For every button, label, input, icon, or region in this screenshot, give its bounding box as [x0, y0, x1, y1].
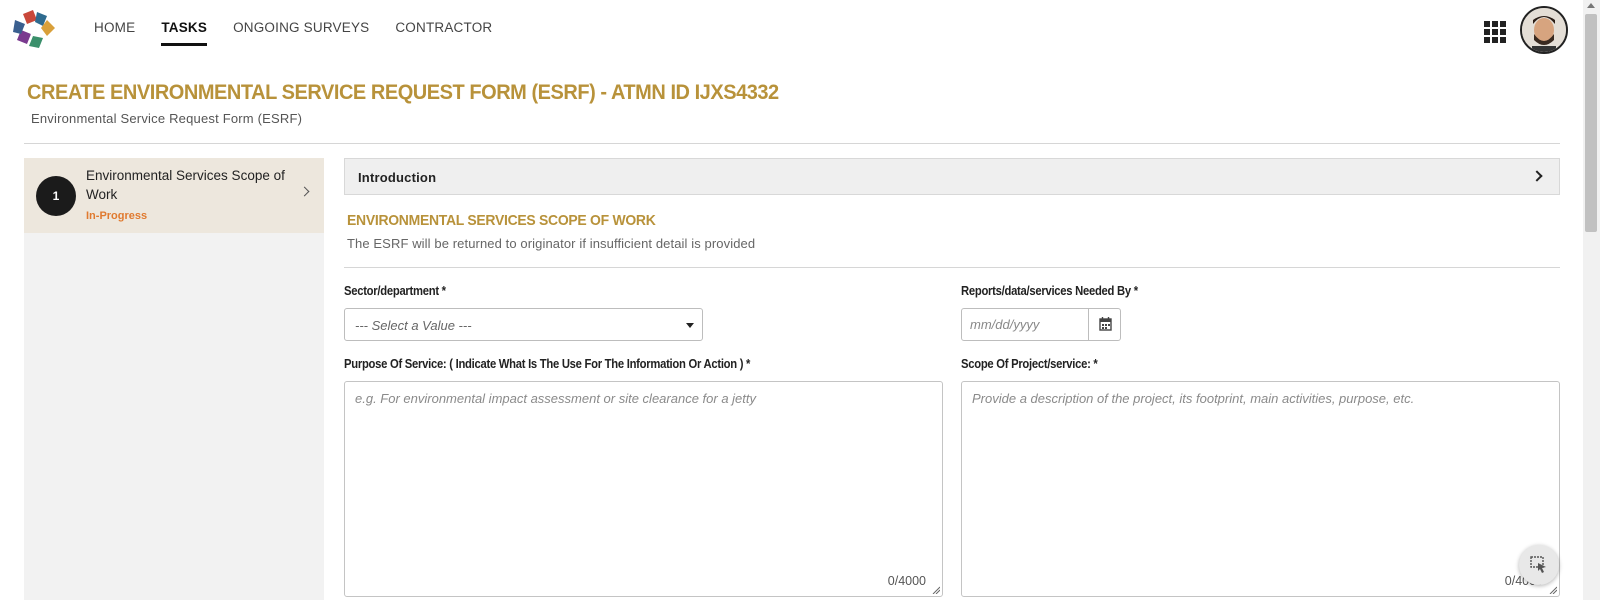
sector-label: Sector/department *	[344, 284, 446, 298]
scope-textarea[interactable]	[962, 382, 1559, 596]
purpose-textarea[interactable]	[345, 382, 942, 596]
sector-select[interactable]: --- Select a Value ---	[344, 308, 703, 341]
scrollbar-thumb[interactable]	[1585, 14, 1597, 232]
scope-label: Scope Of Project/service: *	[961, 357, 1098, 371]
page-title: CREATE ENVIRONMENTAL SERVICE REQUEST FOR…	[27, 80, 779, 104]
resize-grip-icon[interactable]	[1549, 586, 1557, 594]
scope-field: 0/4000	[961, 381, 1560, 597]
purpose-field: 0/4000	[344, 381, 943, 597]
avatar[interactable]	[1520, 6, 1568, 54]
step-status: In-Progress	[86, 210, 148, 222]
calendar-button[interactable]	[1088, 309, 1120, 340]
step-item-scope-of-work[interactable]: 1 Environmental Services Scope of Work I…	[24, 158, 324, 233]
page-subtitle: Environmental Service Request Form (ESRF…	[31, 111, 303, 126]
needed-by-date-field	[961, 308, 1121, 341]
main-nav: HOME TASKS ONGOING SURVEYS CONTRACTOR	[94, 20, 518, 46]
section-note: The ESRF will be returned to originator …	[347, 236, 756, 251]
nav-home[interactable]: HOME	[94, 20, 135, 46]
scroll-up-arrow-icon[interactable]	[1587, 3, 1595, 8]
purpose-char-counter: 0/4000	[887, 574, 926, 588]
step-title: Environmental Services Scope of Work	[86, 168, 285, 202]
nav-ongoing-surveys[interactable]: ONGOING SURVEYS	[233, 20, 369, 46]
resize-grip-icon[interactable]	[932, 586, 940, 594]
chevron-right-icon	[1531, 170, 1543, 182]
calendar-icon	[1099, 317, 1112, 331]
chevron-right-icon	[299, 186, 310, 197]
floating-action-button[interactable]	[1519, 545, 1559, 585]
section-divider	[344, 267, 1560, 268]
step-number: 1	[36, 176, 76, 216]
section-title: ENVIRONMENTAL SERVICES SCOPE OF WORK	[347, 212, 656, 229]
introduction-accordion[interactable]: Introduction	[344, 158, 1560, 195]
top-navbar: HOME TASKS ONGOING SURVEYS CONTRACTOR	[0, 0, 1583, 60]
introduction-label: Introduction	[358, 170, 437, 185]
grid-apps-icon[interactable]	[1484, 21, 1506, 43]
nav-tasks[interactable]: TASKS	[161, 20, 208, 46]
caret-down-icon	[686, 323, 694, 328]
needed-by-date-input[interactable]	[962, 309, 1088, 340]
steps-panel: 1 Environmental Services Scope of Work I…	[24, 158, 324, 600]
sector-select-value: --- Select a Value ---	[355, 318, 472, 333]
cursor-select-icon	[1530, 556, 1546, 573]
purpose-label: Purpose Of Service: ( Indicate What Is T…	[344, 357, 751, 371]
header-divider	[24, 143, 1560, 144]
needed-by-label: Reports/data/services Needed By *	[961, 284, 1138, 298]
company-logo[interactable]	[13, 10, 55, 50]
nav-contractor[interactable]: CONTRACTOR	[395, 20, 492, 46]
page-scrollbar[interactable]	[1583, 0, 1600, 600]
